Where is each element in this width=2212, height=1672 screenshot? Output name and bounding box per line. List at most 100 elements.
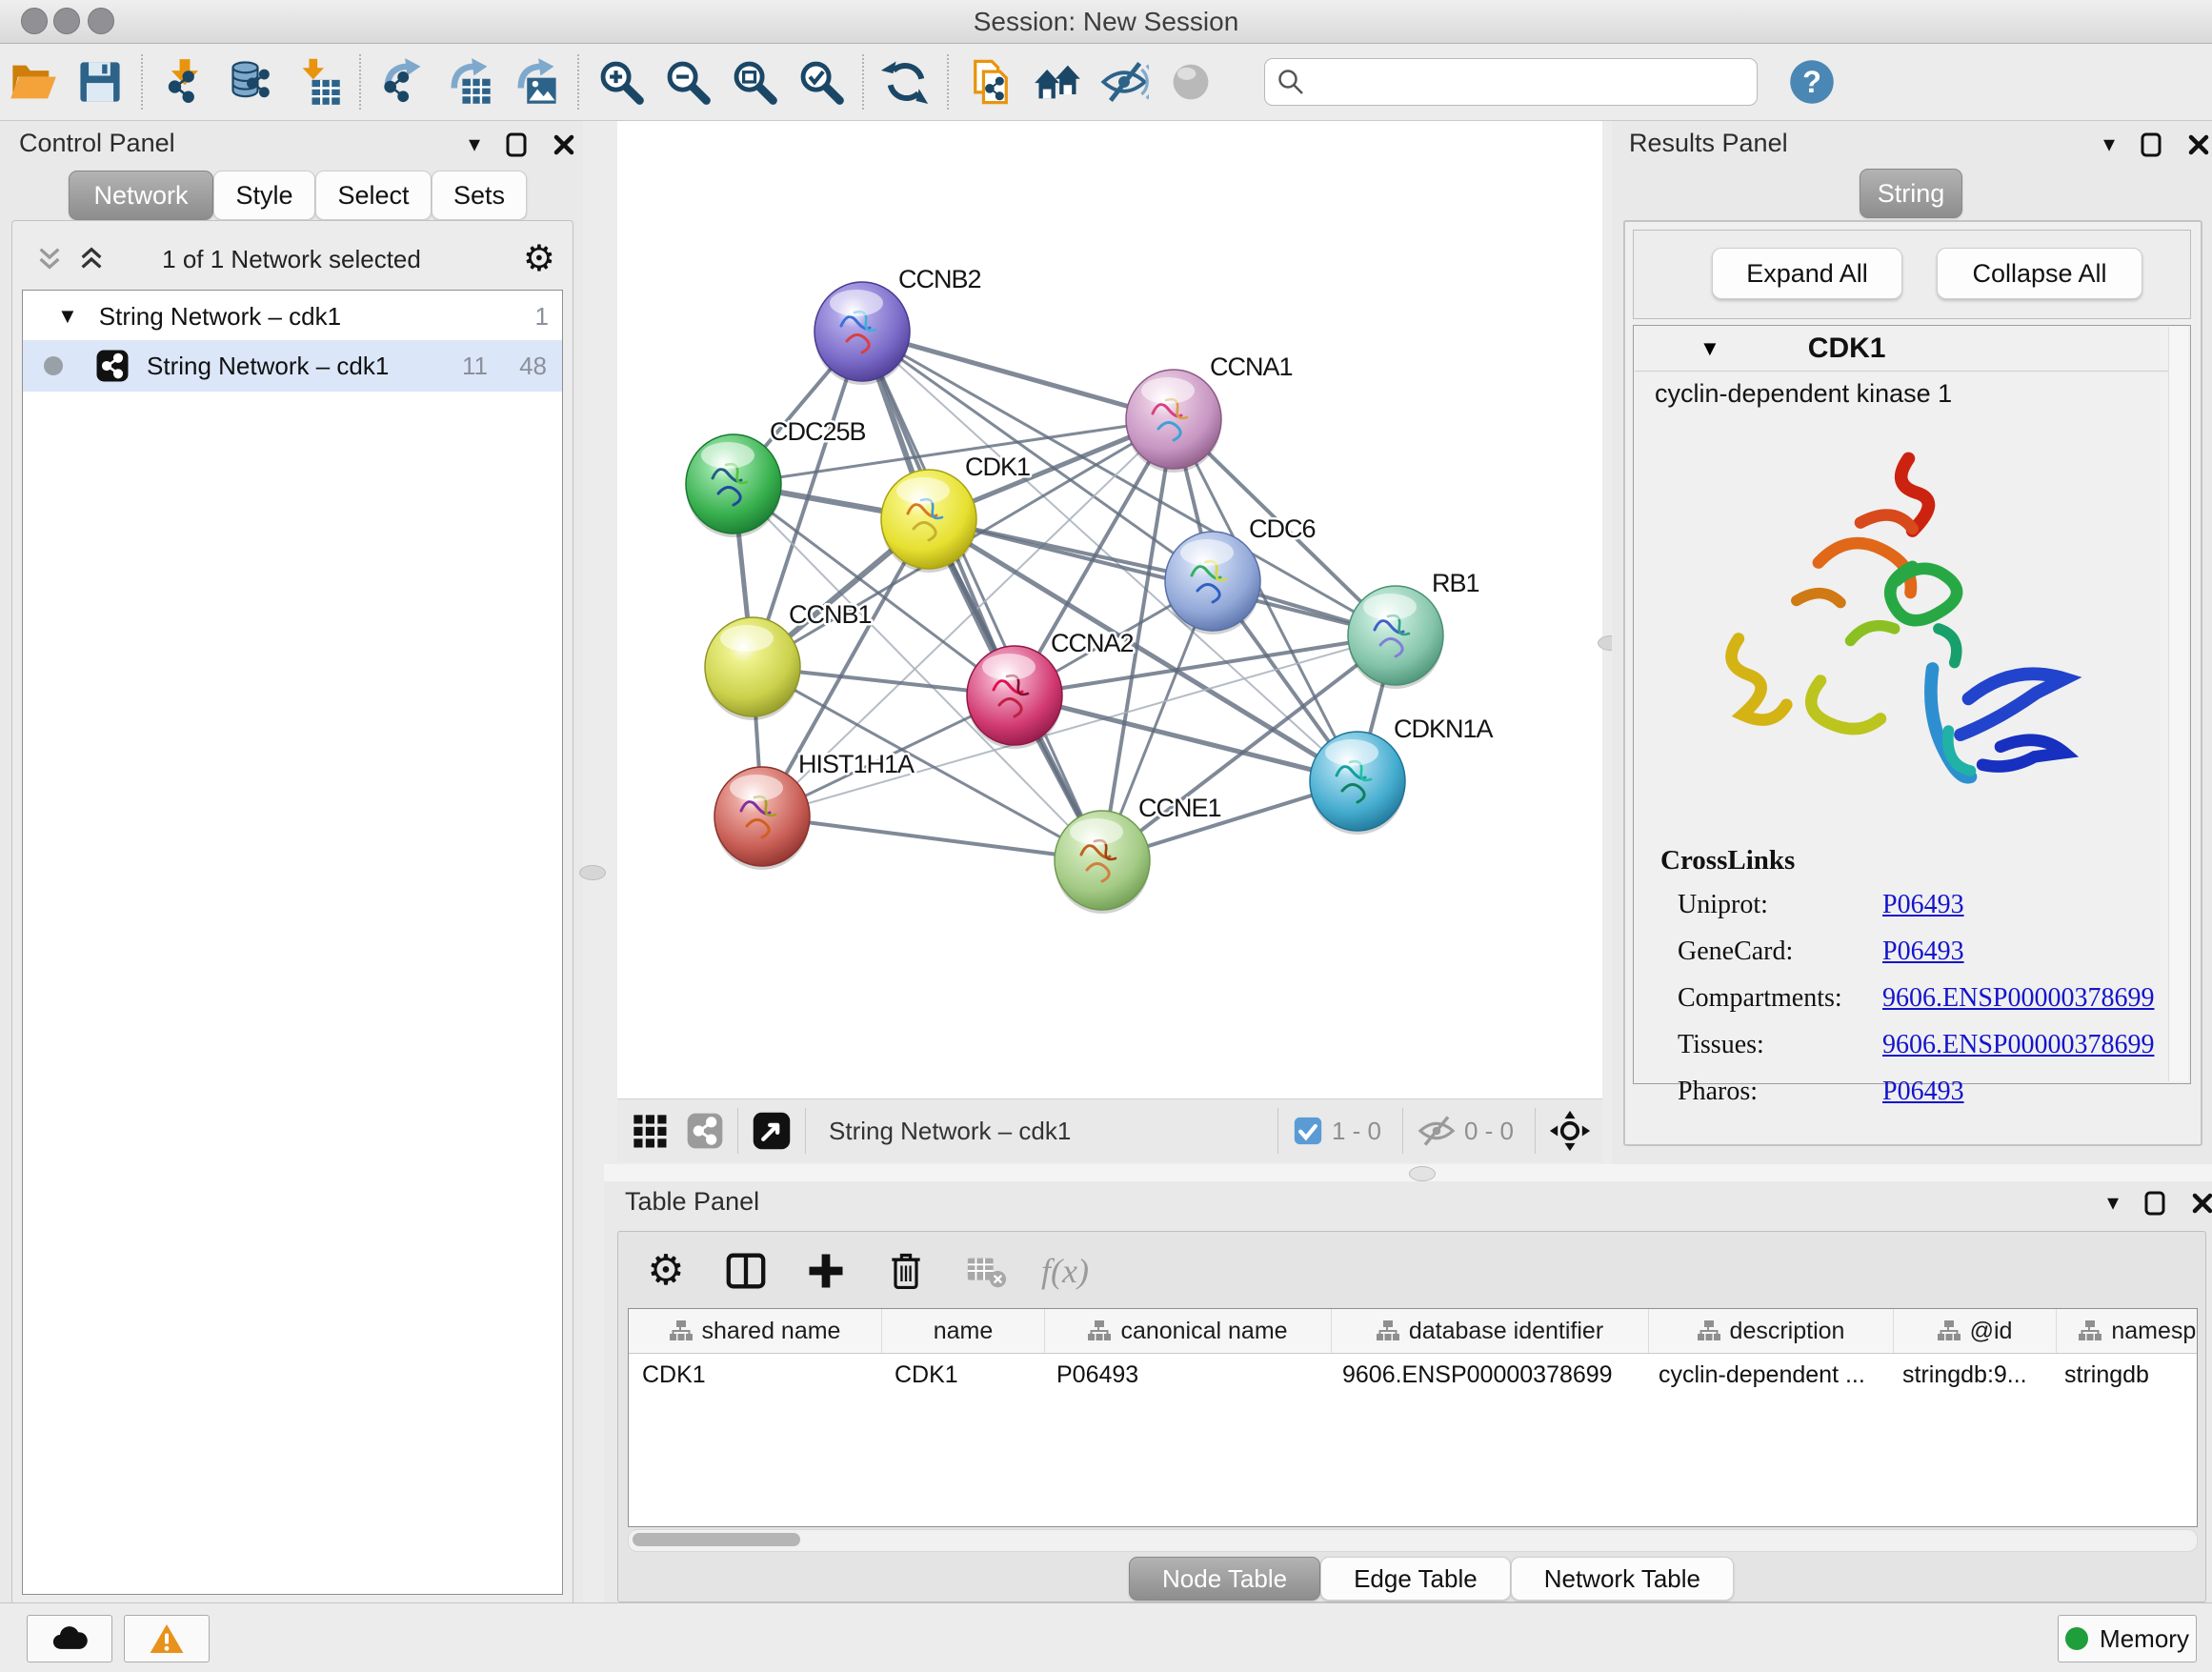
home-icon[interactable] xyxy=(1024,52,1091,111)
network-edge[interactable] xyxy=(762,816,1102,860)
crosslink-link[interactable]: 9606.ENSP00000378699 xyxy=(1882,983,2154,1014)
network-node-CDKN1A[interactable]: CDKN1A xyxy=(1310,715,1494,835)
hide-eye-icon[interactable] xyxy=(1091,52,1157,111)
results-scrollbar[interactable] xyxy=(2168,327,2188,1081)
column-header-database-identifier[interactable]: database identifier xyxy=(1332,1309,1649,1353)
expand-all-button[interactable]: Expand All xyxy=(1712,248,1902,299)
birds-eye-view-icon[interactable] xyxy=(752,1111,792,1151)
crosslink-link[interactable]: P06493 xyxy=(1882,1077,1964,1107)
table-row[interactable]: CDK1CDK1P064939606.ENSP00000378699cyclin… xyxy=(629,1354,2197,1396)
selected-checkbox-icon[interactable] xyxy=(1292,1115,1324,1147)
cloud-button[interactable] xyxy=(27,1615,112,1662)
network-node-CCNB2[interactable]: CCNB2 xyxy=(814,265,981,385)
zoom-selected-icon[interactable] xyxy=(788,52,855,111)
network-current-dot xyxy=(44,356,63,375)
network-edge[interactable] xyxy=(929,519,1396,635)
network-label: String Network – cdk1 xyxy=(147,352,389,381)
node-label-CDK1: CDK1 xyxy=(965,453,1030,481)
help-icon[interactable]: ? xyxy=(1779,52,1845,111)
refresh-icon[interactable] xyxy=(873,52,939,111)
network-badge-icon[interactable] xyxy=(686,1112,724,1150)
memory-button[interactable]: Memory xyxy=(2058,1615,2197,1662)
tab-style[interactable]: Style xyxy=(213,171,315,220)
delete-table-icon[interactable] xyxy=(961,1246,1011,1296)
export-network-icon[interactable] xyxy=(370,52,436,111)
network-edge-count: 48 xyxy=(519,352,547,381)
zoom-out-icon[interactable] xyxy=(654,52,721,111)
column-header-name[interactable]: name xyxy=(882,1309,1045,1353)
save-session-icon[interactable] xyxy=(67,52,133,111)
gene-header[interactable]: ▼ CDK1 xyxy=(1635,327,2168,372)
tab-string[interactable]: String xyxy=(1860,169,1962,218)
export-table-icon[interactable] xyxy=(436,52,503,111)
horizontal-splitter[interactable] xyxy=(604,1164,2212,1181)
node-label-CCNA1: CCNA1 xyxy=(1210,353,1293,381)
node-label-CCNB1: CCNB1 xyxy=(789,600,872,629)
table-panel-menu-icon[interactable]: ▾ xyxy=(2107,1192,2119,1215)
sphere-icon[interactable] xyxy=(1157,52,1224,111)
network-node-CCNA1[interactable]: CCNA1 xyxy=(1126,353,1293,473)
network-collection-row[interactable]: ▼ String Network – cdk1 1 xyxy=(23,292,562,340)
network-node-CCNB1[interactable]: CCNB1 xyxy=(705,600,872,720)
column-header-shared-name[interactable]: shared name xyxy=(629,1309,882,1353)
table-cell: cyclin-dependent ... xyxy=(1645,1361,1889,1389)
network-node-CDC6[interactable]: CDC6 xyxy=(1165,514,1316,635)
import-database-icon[interactable] xyxy=(218,52,285,111)
results-panel-close-icon[interactable] xyxy=(2187,133,2210,156)
crosslink-link[interactable]: P06493 xyxy=(1882,890,1964,920)
network-node-CDK1[interactable]: CDK1 xyxy=(881,453,1030,573)
control-panel-menu-icon[interactable]: ▾ xyxy=(469,133,480,156)
tab-node-table[interactable]: Node Table xyxy=(1129,1557,1320,1601)
table-panel-close-icon[interactable] xyxy=(2191,1192,2212,1215)
add-column-icon[interactable] xyxy=(801,1246,851,1296)
results-panel-menu-icon[interactable]: ▾ xyxy=(2103,133,2115,156)
left-splitter-handle[interactable] xyxy=(579,865,606,880)
column-header-namespace[interactable]: namespace xyxy=(2057,1309,2198,1353)
crosslink-link[interactable]: P06493 xyxy=(1882,937,1964,967)
network-node-CDC25B[interactable]: CDC25B xyxy=(686,417,866,537)
import-table-icon[interactable] xyxy=(285,52,352,111)
control-panel-float-icon[interactable] xyxy=(505,132,528,157)
tab-network[interactable]: Network xyxy=(69,171,213,220)
control-panel-close-icon[interactable] xyxy=(553,133,575,156)
open-session-icon[interactable] xyxy=(0,52,67,111)
table-settings-gear-icon[interactable]: ⚙ xyxy=(641,1246,691,1296)
results-panel-float-icon[interactable] xyxy=(2140,132,2162,157)
import-network-icon[interactable] xyxy=(151,52,218,111)
column-header-canonical-name[interactable]: canonical name xyxy=(1045,1309,1332,1353)
fit-content-crosshair-icon[interactable] xyxy=(1549,1110,1591,1152)
crosslink-link[interactable]: 9606.ENSP00000378699 xyxy=(1882,1030,2154,1060)
show-columns-icon[interactable] xyxy=(721,1246,771,1296)
table-hscrollbar-thumb[interactable] xyxy=(633,1533,800,1546)
tab-edge-table[interactable]: Edge Table xyxy=(1320,1557,1511,1601)
clone-network-icon[interactable] xyxy=(957,52,1024,111)
network-row-selected[interactable]: String Network – cdk1 11 48 xyxy=(23,340,562,392)
network-options-gear-icon[interactable]: ⚙ xyxy=(523,241,555,277)
column-header-id[interactable]: @id xyxy=(1894,1309,2057,1353)
crosslink-label: GeneCard: xyxy=(1678,937,1882,967)
network-node-RB1[interactable]: RB1 xyxy=(1348,569,1479,689)
tab-sets[interactable]: Sets xyxy=(432,171,527,220)
table-panel-float-icon[interactable] xyxy=(2143,1191,2166,1216)
export-image-icon[interactable] xyxy=(503,52,570,111)
zoom-fit-icon[interactable] xyxy=(721,52,788,111)
network-canvas[interactable]: CCNB2 CCNA1 CDC25B CDK1 xyxy=(617,121,1602,1098)
tab-network-table[interactable]: Network Table xyxy=(1511,1557,1734,1601)
collection-expand-icon[interactable]: ▼ xyxy=(57,304,78,329)
table-cell: stringdb xyxy=(2051,1361,2198,1389)
search-box xyxy=(1264,58,1758,106)
network-edge[interactable] xyxy=(862,332,1102,860)
delete-column-icon[interactable] xyxy=(881,1246,931,1296)
gene-collapse-icon[interactable]: ▼ xyxy=(1699,336,1720,361)
zoom-in-icon[interactable] xyxy=(588,52,654,111)
network-node-HIST1H1A[interactable]: HIST1H1A xyxy=(714,750,915,870)
cloud-icon xyxy=(50,1624,89,1653)
collapse-all-button[interactable]: Collapse All xyxy=(1937,248,2142,299)
column-header-description[interactable]: description xyxy=(1649,1309,1894,1353)
crosslink-row: GeneCard:P06493 xyxy=(1678,937,2156,967)
warning-button[interactable] xyxy=(124,1615,210,1662)
horizontal-splitter-handle[interactable] xyxy=(1409,1166,1436,1181)
grid-view-icon[interactable] xyxy=(631,1112,669,1150)
tab-select[interactable]: Select xyxy=(315,171,432,220)
search-input[interactable] xyxy=(1305,67,1709,98)
